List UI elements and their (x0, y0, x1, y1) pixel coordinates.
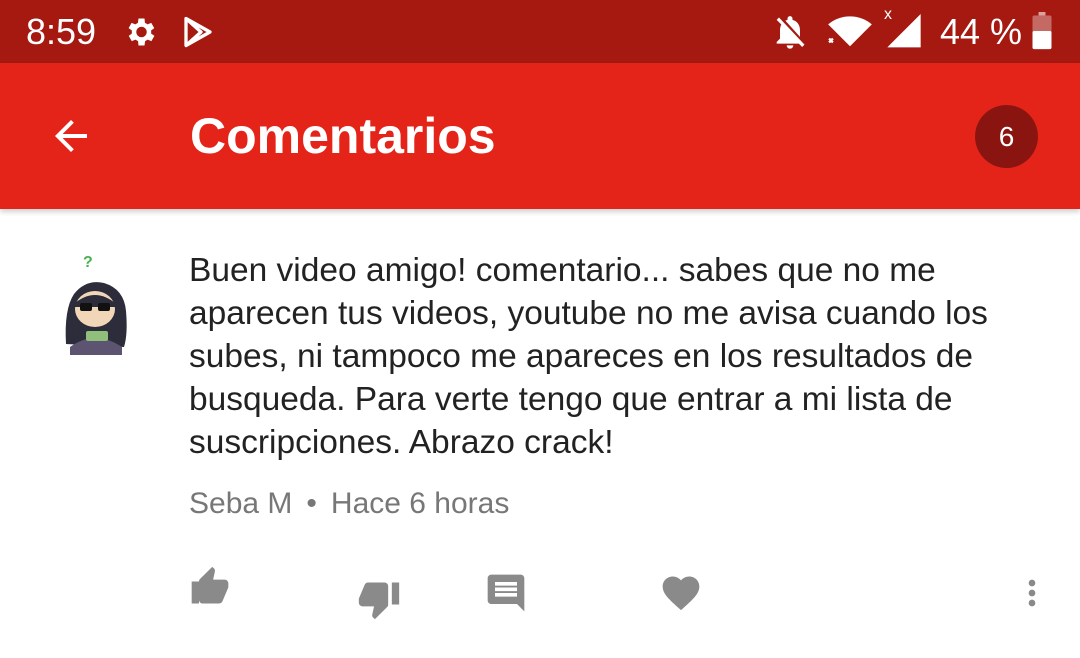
reply-button[interactable] (480, 569, 532, 617)
comment-count-badge: 6 (975, 105, 1038, 168)
comment-time: Hace 6 horas (330, 487, 510, 520)
like-button[interactable] (184, 563, 236, 611)
status-bar: 8:59 x 44 % (0, 0, 1080, 63)
more-vert-icon (1028, 579, 1036, 607)
wifi-icon (826, 12, 874, 55)
heart-button[interactable] (655, 569, 707, 617)
back-button[interactable] (36, 101, 106, 171)
arrow-left-icon (55, 120, 87, 152)
thumb-down-icon (358, 582, 400, 620)
comment-item: ? Buen video amigo! comentario... sabes … (0, 209, 1080, 658)
more-options-button[interactable] (1012, 569, 1052, 617)
app-bar: Comentarios 6 (0, 63, 1080, 209)
comment-text: Buen video amigo! comentario... sabes qu… (189, 252, 988, 461)
battery-icon (1031, 12, 1053, 55)
heart-icon (662, 576, 700, 611)
bell-off-icon (770, 12, 810, 57)
thumb-up-icon (191, 566, 229, 604)
svg-text:?: ? (83, 254, 93, 271)
dislike-button[interactable] (353, 575, 405, 623)
signal-icon: x (884, 6, 924, 55)
status-time: 8:59 (26, 11, 97, 52)
reply-icon (487, 574, 525, 612)
page-title: Comentarios (190, 108, 496, 164)
comment-author[interactable]: Seba M (189, 487, 292, 520)
gear-icon (122, 14, 158, 55)
avatar[interactable]: ? (56, 249, 134, 359)
play-store-icon (180, 14, 216, 55)
battery-percent: 44 % (940, 11, 1023, 52)
signal-marker: x (884, 6, 892, 23)
meta-separator: • (306, 487, 317, 520)
comment-meta: Seba M • Hace 6 horas (189, 486, 509, 522)
